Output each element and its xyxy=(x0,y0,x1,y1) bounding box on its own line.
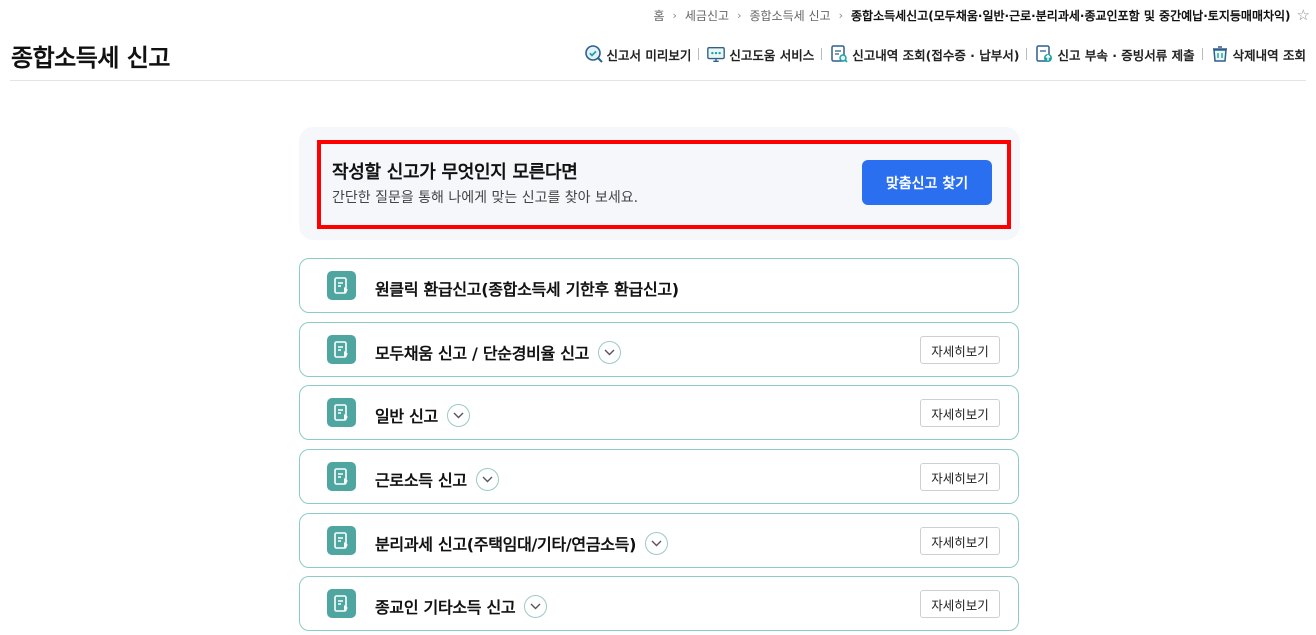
report-item-prefilled[interactable]: 모두채움 신고 / 단순경비율 신고 자세히보기 xyxy=(299,322,1019,377)
find-custom-report-button[interactable]: 맞춤신고 찾기 xyxy=(862,160,992,205)
report-item-separate-taxation[interactable]: 분리과세 신고(주택임대/기타/연금소득) 자세히보기 xyxy=(299,513,1019,568)
magnifier-check-icon xyxy=(584,44,604,64)
chevron-down-icon[interactable] xyxy=(475,467,499,491)
report-document-icon xyxy=(327,335,356,364)
report-item-label: 근로소득 신고 xyxy=(375,467,499,491)
detail-button[interactable]: 자세히보기 xyxy=(920,336,1000,364)
report-document-icon xyxy=(327,589,356,618)
tool-label: 신고 부속 · 증빙서류 제출 xyxy=(1057,47,1195,63)
preview-report-button[interactable]: 신고서 미리보기 xyxy=(584,44,692,64)
detail-button[interactable]: 자세히보기 xyxy=(920,527,1000,555)
breadcrumb-current: 종합소득세신고(모두채움·일반·근로·분리과세·종교인포함 및 중간예납·토지등… xyxy=(850,9,1291,23)
header-divider xyxy=(10,80,1306,81)
divider xyxy=(698,48,700,60)
document-upload-icon xyxy=(1034,44,1054,64)
divider xyxy=(1201,48,1203,60)
report-item-label: 종교인 기타소득 신고 xyxy=(375,594,548,618)
star-icon[interactable]: ☆ xyxy=(1297,8,1310,23)
detail-button[interactable]: 자세히보기 xyxy=(920,590,1000,618)
detail-button[interactable]: 자세히보기 xyxy=(920,463,1000,491)
breadcrumb-home[interactable]: 홈 xyxy=(653,7,664,24)
submit-documents-button[interactable]: 신고 부속 · 증빙서류 제출 xyxy=(1034,44,1195,64)
chevron-down-icon[interactable] xyxy=(524,594,548,618)
trash-icon xyxy=(1210,44,1230,64)
report-item-label: 원클릭 환급신고(종합소득세 기한후 환급신고) xyxy=(375,280,679,299)
banner-subtitle: 간단한 질문을 통해 나에게 맞는 신고를 찾아 보세요. xyxy=(332,190,639,206)
report-item-label: 모두채움 신고 / 단순경비율 신고 xyxy=(375,340,622,364)
report-item-general[interactable]: 일반 신고 자세히보기 xyxy=(299,385,1019,440)
tool-label: 신고내역 조회(접수증 · 납부서) xyxy=(852,47,1020,63)
page-title: 종합소득세 신고 xyxy=(11,44,170,72)
divider xyxy=(1026,48,1028,60)
document-search-icon xyxy=(829,44,849,64)
banner-title: 작성할 신고가 무엇인지 모른다면 xyxy=(332,162,578,183)
monitor-help-icon xyxy=(706,44,726,64)
chevron-down-icon[interactable] xyxy=(446,403,470,427)
report-history-button[interactable]: 신고내역 조회(접수증 · 납부서) xyxy=(829,44,1019,64)
help-service-button[interactable]: 신고도움 서비스 xyxy=(706,44,814,64)
tool-label: 신고서 미리보기 xyxy=(606,47,692,63)
tool-label: 신고도움 서비스 xyxy=(729,47,815,63)
report-item-label: 일반 신고 xyxy=(375,403,470,427)
breadcrumb-income-tax[interactable]: 종합소득세 신고 xyxy=(749,7,830,24)
chevron-right-icon: › xyxy=(838,9,843,22)
chevron-down-icon[interactable] xyxy=(645,531,669,555)
toolbar: 신고서 미리보기 신고도움 서비스 신고내역 조회(접수증 · 납부서) 신고 … xyxy=(584,44,1306,64)
breadcrumb-tax-report[interactable]: 세금신고 xyxy=(685,7,729,24)
tool-label: 삭제내역 조회 xyxy=(1232,47,1306,63)
divider xyxy=(821,48,823,60)
detail-button[interactable]: 자세히보기 xyxy=(920,399,1000,427)
report-document-icon xyxy=(327,271,356,300)
deleted-history-button[interactable]: 삭제내역 조회 xyxy=(1210,44,1306,64)
report-document-icon xyxy=(327,462,356,491)
report-document-icon xyxy=(327,398,356,427)
chevron-down-icon[interactable] xyxy=(598,340,622,364)
chevron-right-icon: › xyxy=(672,9,677,22)
report-item-oneclick-refund[interactable]: 원클릭 환급신고(종합소득세 기한후 환급신고) xyxy=(299,258,1019,313)
report-item-label: 분리과세 신고(주택임대/기타/연금소득) xyxy=(375,531,669,555)
report-item-earned-income[interactable]: 근로소득 신고 자세히보기 xyxy=(299,449,1019,504)
chevron-right-icon: › xyxy=(737,9,742,22)
report-item-religious-income[interactable]: 종교인 기타소득 신고 자세히보기 xyxy=(299,576,1019,631)
breadcrumb: 홈 › 세금신고 › 종합소득세 신고 › 종합소득세신고(모두채움·일반·근로… xyxy=(653,7,1310,24)
report-document-icon xyxy=(327,526,356,555)
